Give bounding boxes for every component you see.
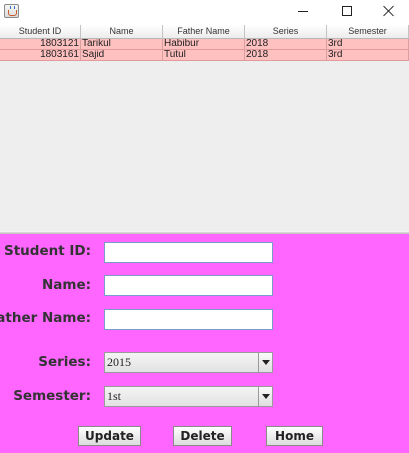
cell-series: 2018 — [245, 50, 327, 61]
table-header: Student ID Name Father Name Series Semes… — [0, 25, 409, 39]
student-form: Student ID: Name: Father Name: Series: 2… — [0, 234, 409, 453]
column-header-father-name[interactable]: Father Name — [163, 25, 245, 39]
student-table[interactable]: Student ID Name Father Name Series Semes… — [0, 25, 409, 231]
table-row[interactable]: 1803161 Sajid Tutul 2018 3rd — [0, 50, 409, 61]
delete-button[interactable]: Delete — [173, 426, 232, 446]
series-selected-value: 2015 — [107, 355, 131, 369]
father-name-label: Father Name: — [0, 310, 91, 326]
cell-student-id: 1803121 — [0, 39, 81, 50]
father-name-input[interactable] — [104, 309, 273, 330]
name-label: Name: — [41, 277, 91, 293]
maximize-button[interactable] — [324, 0, 370, 22]
column-header-series[interactable]: Series — [245, 25, 327, 39]
cell-student-id: 1803161 — [0, 50, 81, 61]
cell-series: 2018 — [245, 39, 327, 50]
column-header-semester[interactable]: Semester — [327, 25, 409, 39]
close-button[interactable] — [366, 0, 409, 22]
close-icon — [383, 5, 395, 17]
java-cup-icon — [4, 4, 19, 18]
cell-father-name: Tutul — [163, 50, 245, 61]
student-id-input[interactable] — [104, 242, 273, 263]
student-id-label: Student ID: — [4, 243, 91, 259]
cell-name: Tarikul — [81, 39, 163, 50]
title-bar — [0, 0, 409, 25]
name-input[interactable] — [104, 275, 273, 296]
minimize-icon — [298, 10, 308, 12]
cell-name: Sajid — [81, 50, 163, 61]
series-label: Series: — [38, 354, 91, 370]
cell-semester: 3rd — [327, 39, 409, 50]
cell-semester: 3rd — [327, 50, 409, 61]
cell-father-name: Habibur — [163, 39, 245, 50]
update-button[interactable]: Update — [78, 426, 141, 446]
semester-label: Semester: — [13, 388, 91, 404]
minimize-button[interactable] — [280, 0, 326, 22]
table-row[interactable]: 1803121 Tarikul Habibur 2018 3rd — [0, 39, 409, 50]
column-header-name[interactable]: Name — [81, 25, 163, 39]
table-body: 1803121 Tarikul Habibur 2018 3rd 1803161… — [0, 39, 409, 61]
series-select[interactable]: 2015 — [104, 352, 273, 373]
home-button[interactable]: Home — [266, 426, 323, 446]
maximize-icon — [342, 6, 352, 16]
chevron-down-icon[interactable] — [258, 353, 272, 372]
column-header-student-id[interactable]: Student ID — [0, 25, 81, 39]
semester-select[interactable]: 1st — [104, 386, 273, 407]
chevron-down-icon[interactable] — [258, 387, 272, 406]
semester-selected-value: 1st — [107, 389, 122, 403]
